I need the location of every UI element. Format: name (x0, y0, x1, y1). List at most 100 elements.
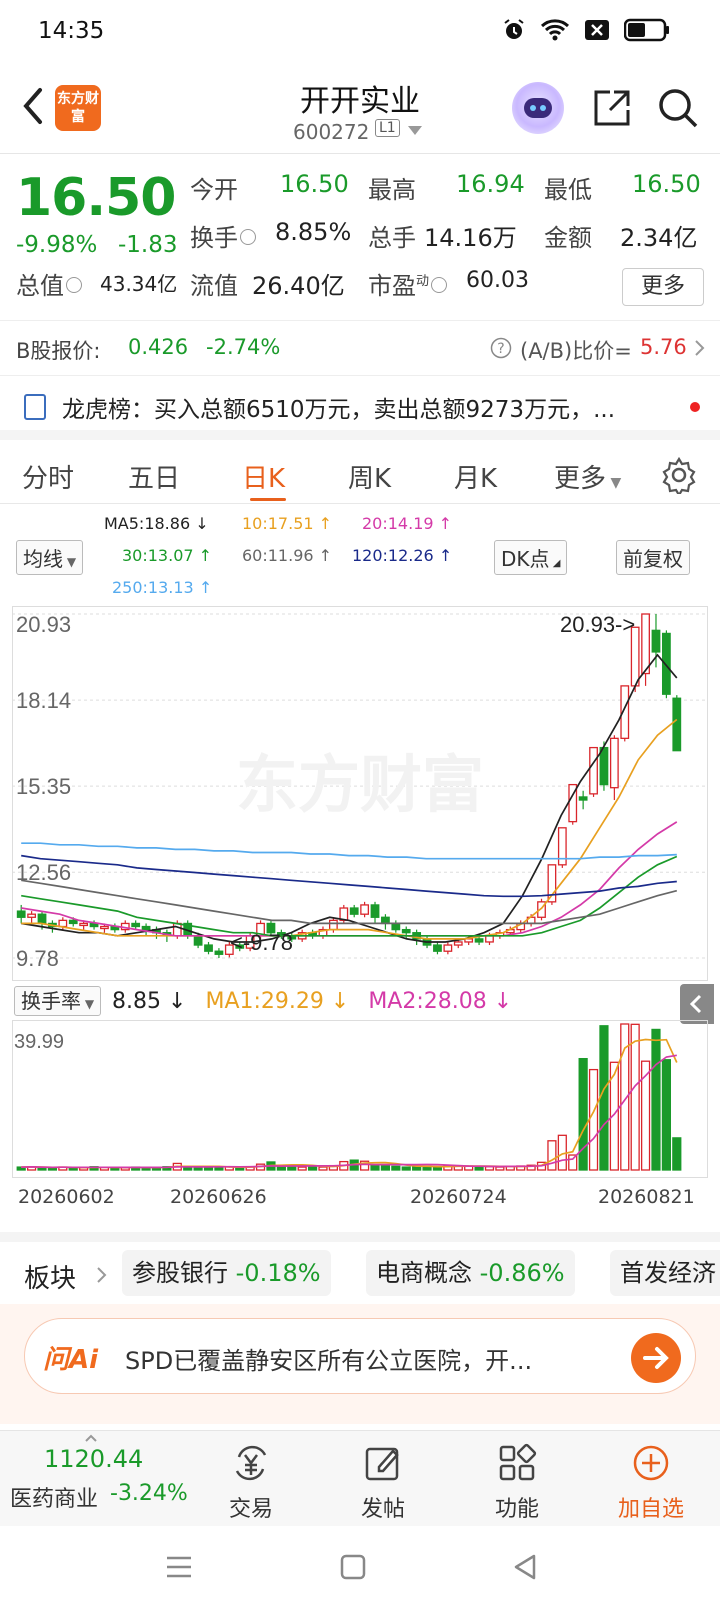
candle (68, 919, 78, 925)
candle (27, 913, 37, 918)
pe-label: 市盈动 (368, 266, 449, 301)
chevron-down-icon[interactable] (408, 126, 422, 135)
turnover-bar (578, 1057, 588, 1171)
sector-chip[interactable]: 电商概念 -0.86% (366, 1250, 575, 1296)
sector-label: 板块 (24, 1264, 77, 1294)
quote-panel: 16.50 -9.98% -1.83 今开 16.50 最高 16.94 最低 … (0, 154, 720, 320)
turnover-bar (599, 1025, 609, 1171)
low-value: 16.50 (632, 170, 701, 198)
candle (672, 697, 682, 752)
chevron-up-icon (85, 1434, 97, 1442)
low-marker: <-9.78 (230, 930, 293, 955)
period-tabs: 分时 五日 日K 周K 月K 更多 ▼ (0, 448, 720, 504)
date-tick-1: 20260602 (18, 1186, 115, 1208)
yen-exchange-icon (235, 1445, 267, 1481)
tab-monthly-k[interactable]: 月K (454, 458, 497, 495)
tab-five-day[interactable]: 五日 (128, 458, 180, 495)
amount-label: 金额 (544, 224, 592, 252)
high-marker: 20.93-> (560, 612, 635, 637)
share-icon[interactable] (590, 86, 634, 130)
volume-value: 14.16万 (424, 224, 517, 252)
ma250-legend: 250:13.13 ↑ (112, 578, 213, 597)
volume-label: 总手 (368, 224, 416, 252)
turnover-ma1: MA1:29.29 ↓ (205, 989, 350, 1014)
candle (328, 919, 338, 931)
edit-icon (365, 1447, 399, 1481)
turnover-bar (495, 1166, 505, 1171)
document-icon (24, 394, 46, 420)
ma20-legend: 20:14.19 ↑ (362, 514, 453, 533)
turnover-label: 换手 (190, 218, 258, 253)
back-nav-icon[interactable] (510, 1552, 540, 1582)
status-time: 14:35 (38, 18, 105, 44)
help-icon[interactable]: ? (490, 337, 512, 359)
tab-daily-k[interactable]: 日K (242, 458, 285, 495)
menu-icon[interactable] (164, 1552, 194, 1582)
tab-more[interactable]: 更多 ▼ (554, 458, 621, 495)
sector-chip[interactable]: 参股银行 -0.18% (122, 1250, 331, 1296)
dk-point-button[interactable]: DK点 ◢ (494, 540, 568, 575)
chevron-right-icon[interactable] (96, 1266, 108, 1284)
candle (651, 629, 661, 653)
chevron-right-icon (695, 340, 705, 356)
turnover-bar (412, 1166, 422, 1171)
candle (391, 922, 401, 931)
add-watchlist-button[interactable]: 加自选 (586, 1431, 716, 1527)
ai-ask-bar[interactable]: 问Ai SPD已覆盖静安区所有公立医院，开... (24, 1318, 696, 1394)
y-tick-label: 18.14 (16, 688, 71, 713)
sector-chip[interactable]: 首发经济 (610, 1250, 720, 1296)
turnover-svg: 39.99 (12, 1020, 708, 1178)
svg-text:?: ? (497, 341, 504, 357)
date-tick-3: 20260724 (410, 1186, 507, 1208)
info-icon[interactable] (240, 229, 256, 245)
candle (79, 922, 89, 927)
candle (661, 632, 671, 695)
turnover-bar (661, 1059, 671, 1171)
amount-value: 2.34亿 (620, 224, 698, 252)
turnover-row: 换手率 ▼ 8.85 ↓ MA1:29.29 ↓ MA2:28.08 ↓ (14, 985, 512, 1016)
ma10-legend: 10:17.51 ↑ (242, 514, 333, 533)
grid-icon (499, 1443, 537, 1481)
dragon-tiger-row[interactable]: 龙虎榜：买入总额6510万元，卖出总额9273万元，... (0, 376, 720, 440)
turnover-ma-line (21, 1038, 678, 1169)
ai-robot-icon[interactable] (512, 82, 564, 134)
home-icon[interactable] (338, 1552, 368, 1582)
status-icons (502, 18, 670, 42)
ma-select-button[interactable]: 均线 ▼ (16, 540, 84, 575)
more-button[interactable]: 更多 (622, 268, 704, 306)
bottom-toolbar: 1120.44 医药商业 -3.24% 交易 发帖 功能 加自选 (0, 1430, 720, 1526)
search-icon[interactable] (656, 86, 700, 130)
candle (474, 938, 484, 943)
kline-chart[interactable]: 20.93 18.14 15.35 12.56 9.78 东方财富 20.93-> <-9.7… (12, 606, 708, 981)
info-icon[interactable] (66, 277, 82, 293)
adjust-button[interactable]: 前复权 (616, 540, 690, 575)
candle (589, 746, 598, 795)
post-button[interactable]: 发帖 (318, 1431, 448, 1527)
info-icon[interactable] (431, 277, 448, 293)
ab-ratio-value: 5.76 (640, 335, 687, 359)
ma250-line (21, 842, 677, 860)
candle (443, 944, 453, 952)
ai-brand: 问Ai (43, 1345, 99, 1375)
watermark: 东方财富 (236, 748, 484, 821)
sector-index-item[interactable]: 1120.44 医药商业 -3.24% (0, 1431, 190, 1527)
function-button[interactable]: 功能 (452, 1431, 582, 1527)
b-share-change: -2.74% (206, 335, 281, 359)
chevron-left-icon (689, 994, 702, 1014)
stock-code: 600272 (293, 120, 370, 144)
turnover-chart[interactable]: 39.99 (12, 1020, 708, 1178)
trade-button[interactable]: 交易 (186, 1431, 316, 1527)
collapse-panel-button[interactable] (680, 984, 714, 1024)
y-tick-label: 20.93 (16, 612, 71, 637)
go-button[interactable] (631, 1333, 681, 1383)
y-tick-label: 15.35 (16, 774, 71, 799)
tab-weekly-k[interactable]: 周K (348, 458, 391, 495)
turnover-bar (651, 1028, 661, 1171)
indicator-select[interactable]: 换手率 ▼ (14, 986, 102, 1016)
tab-intraday[interactable]: 分时 (22, 458, 74, 495)
gear-icon[interactable] (660, 456, 698, 494)
candle (401, 928, 411, 934)
candle (193, 935, 203, 946)
plus-circle-icon (633, 1445, 669, 1481)
b-share-row[interactable]: B股报价: 0.426 -2.74% ? (A/B)比价= 5.76 (0, 320, 720, 376)
